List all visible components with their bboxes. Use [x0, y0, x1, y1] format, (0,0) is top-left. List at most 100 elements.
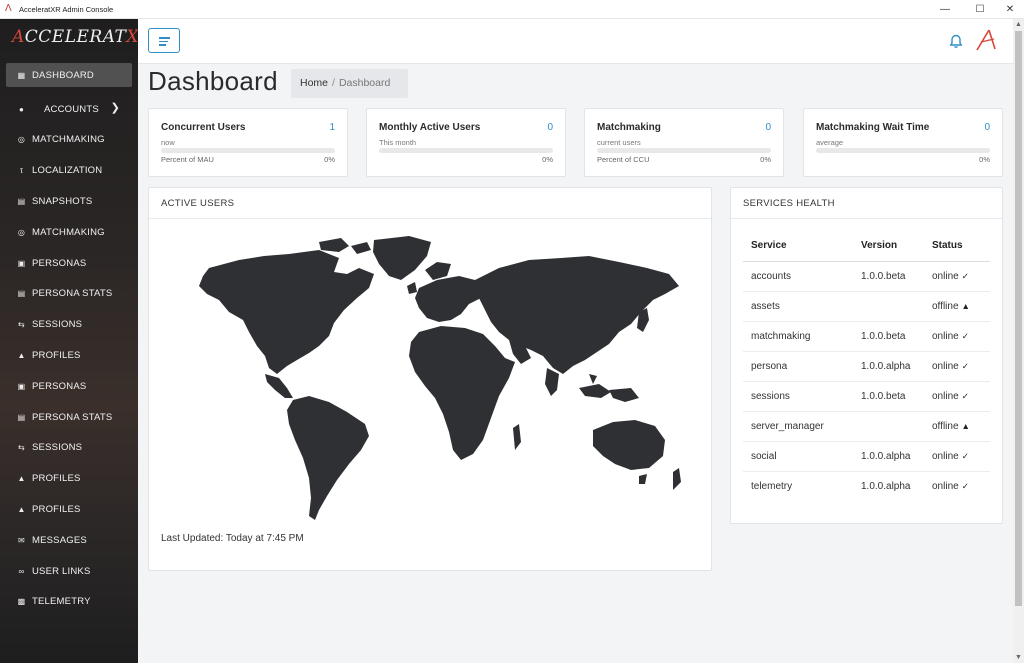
sidebar-item-personas[interactable]: ▣ PERSONAS [6, 248, 132, 279]
stat-value: 1 [329, 122, 335, 133]
service-status: offline [932, 421, 959, 433]
sidebar-item-localization[interactable]: τ LOCALIZATION [6, 155, 132, 186]
stat-footer: Percent of MAU [161, 155, 214, 164]
check-icon: ✓ [961, 390, 969, 401]
stat-card: Monthly Active Users 0 This month 0% [366, 108, 566, 177]
stat-progress-bar [161, 148, 335, 153]
swap-icon: ⇆ [18, 320, 25, 330]
stack-icon: ▤ [17, 197, 26, 207]
stat-progress-bar [597, 148, 771, 153]
chevron-right-icon: ❯ [110, 101, 120, 114]
bell-icon[interactable] [949, 34, 963, 49]
window-title: AcceleratXR Admin Console [19, 4, 114, 14]
sidebar-item-telemetry[interactable]: ▩ TELEMETRY [6, 587, 132, 618]
service-name: accounts [743, 261, 853, 292]
sidebar-item-sessions[interactable]: ⇆ SESSIONS [6, 309, 132, 340]
user-avatar[interactable] [975, 28, 997, 52]
sidebar-item-matchmaking[interactable]: ◎ MATCHMAKING [6, 125, 132, 156]
stat-subtitle: average [816, 138, 844, 147]
stat-percent: 0% [979, 155, 990, 164]
check-icon: ✓ [961, 451, 969, 462]
service-name: telemetry [751, 481, 793, 493]
scroll-down-icon[interactable]: ▼ [1015, 654, 1022, 661]
services-health-header: SERVICES HEALTH [731, 188, 1002, 219]
sidebar-item-profiles[interactable]: ▲ PROFILES [6, 463, 132, 494]
warning-icon: ▲ [961, 300, 970, 311]
sidebar-item-profiles[interactable]: ▲ PROFILES [6, 340, 132, 371]
stat-card: Matchmaking Wait Time 0 average 0% [803, 108, 1003, 177]
column-header-service: Service [743, 231, 853, 262]
sidebar-item-profiles[interactable]: ▲ PROFILES [6, 494, 132, 525]
stat-value: 0 [765, 122, 771, 133]
world-map[interactable] [169, 228, 689, 528]
page-title: Dashboard [148, 66, 278, 96]
sidebar-item-label: PROFILES [32, 473, 81, 485]
menu-toggle-button[interactable] [148, 28, 180, 53]
sidebar-item-persona-stats[interactable]: ▤ PERSONA STATS [6, 279, 132, 310]
service-row: accounts 1.0.0.beta online ✓ [743, 261, 990, 292]
minimize-icon[interactable]: — [930, 0, 960, 19]
stat-percent: 0% [542, 155, 553, 164]
service-version: 1.0.0.alpha [861, 481, 911, 493]
sidebar-item-user-links[interactable]: ∞ USER LINKS [6, 556, 132, 587]
breadcrumb-separator: / [332, 77, 335, 89]
sidebar-item-label: PROFILES [32, 350, 81, 362]
person-icon: ▲ [17, 474, 26, 484]
scrollbar-thumb[interactable] [1015, 31, 1022, 606]
service-status: online [932, 481, 959, 493]
stat-percent: 0% [760, 155, 771, 164]
sidebar-item-dashboard[interactable]: ▦ DASHBOARD [6, 63, 132, 87]
service-status: online [932, 390, 959, 402]
swap-icon: ⇆ [18, 443, 25, 453]
stat-progress-bar [379, 148, 553, 153]
stat-value: 0 [984, 122, 990, 133]
sidebar-item-messages[interactable]: ✉ MESSAGES [6, 525, 132, 556]
last-updated-text: Last Updated: Today at 7:45 PM [161, 533, 304, 544]
globe-icon: ◎ [17, 135, 26, 145]
stat-subtitle: now [161, 138, 175, 147]
services-table-header-row: Service Version Status [743, 231, 990, 262]
service-version: 1.0.0.beta [853, 321, 924, 352]
sidebar-item-persona-stats[interactable]: ▤ PERSONA STATS [6, 402, 132, 433]
sidebar-item-accounts[interactable]: ● ACCOUNTS ❯ [6, 94, 132, 125]
sidebar-item-label: DASHBOARD [32, 69, 94, 81]
sidebar-item-personas[interactable]: ▣ PERSONAS [6, 371, 132, 402]
column-header-version: Version [853, 231, 924, 262]
service-status-cell: offline ▲ [924, 291, 990, 322]
check-icon: ✓ [961, 481, 969, 492]
sidebar-item-snapshots[interactable]: ▤ SNAPSHOTS [6, 186, 132, 217]
sidebar-item-label: ACCOUNTS [44, 103, 99, 115]
stat-title: Concurrent Users [161, 122, 246, 133]
sidebar-item-label: PERSONAS [32, 380, 87, 392]
scroll-up-icon[interactable]: ▲ [1015, 21, 1022, 28]
sidebar-item-label: MESSAGES [32, 534, 87, 546]
service-name: sessions [743, 381, 853, 412]
page-scrollbar[interactable]: ▲ ▼ [1013, 19, 1024, 663]
sidebar-item-label: SESSIONS [32, 319, 83, 331]
stat-footer: Percent of CCU [597, 155, 650, 164]
service-status: offline [932, 300, 959, 312]
window-titlebar: Λ AcceleratXR Admin Console — ☐ ✕ [0, 0, 1024, 19]
maximize-icon[interactable]: ☐ [965, 0, 995, 19]
contact-card-icon: ▣ [17, 258, 26, 268]
sidebar-item-label: TELEMETRY [32, 596, 91, 608]
app-logo-icon: Λ [5, 3, 12, 14]
service-status: online [932, 360, 959, 372]
service-name: server_manager [743, 411, 853, 443]
envelope-icon: ✉ [18, 535, 25, 545]
sidebar-item-sessions[interactable]: ⇆ SESSIONS [6, 433, 132, 464]
service-status-cell: online ✓ [924, 321, 990, 352]
contact-card-icon: ▣ [17, 381, 26, 391]
service-status: online [932, 330, 959, 342]
globe-icon: ◎ [17, 227, 26, 237]
link-icon: ∞ [18, 566, 25, 576]
breadcrumb-home-link[interactable]: Home [300, 77, 328, 89]
person-icon: ▲ [17, 505, 26, 515]
service-status-cell: online ✓ [924, 351, 990, 382]
service-version: 1.0.0.beta [853, 261, 924, 292]
service-row: sessions 1.0.0.beta online ✓ [743, 381, 990, 412]
stat-value: 0 [547, 122, 553, 133]
sidebar-item-matchmaking[interactable]: ◎ MATCHMAKING [6, 217, 132, 248]
brand-logo[interactable]: ACCELERATXR [8, 25, 138, 51]
close-icon[interactable]: ✕ [995, 0, 1024, 19]
